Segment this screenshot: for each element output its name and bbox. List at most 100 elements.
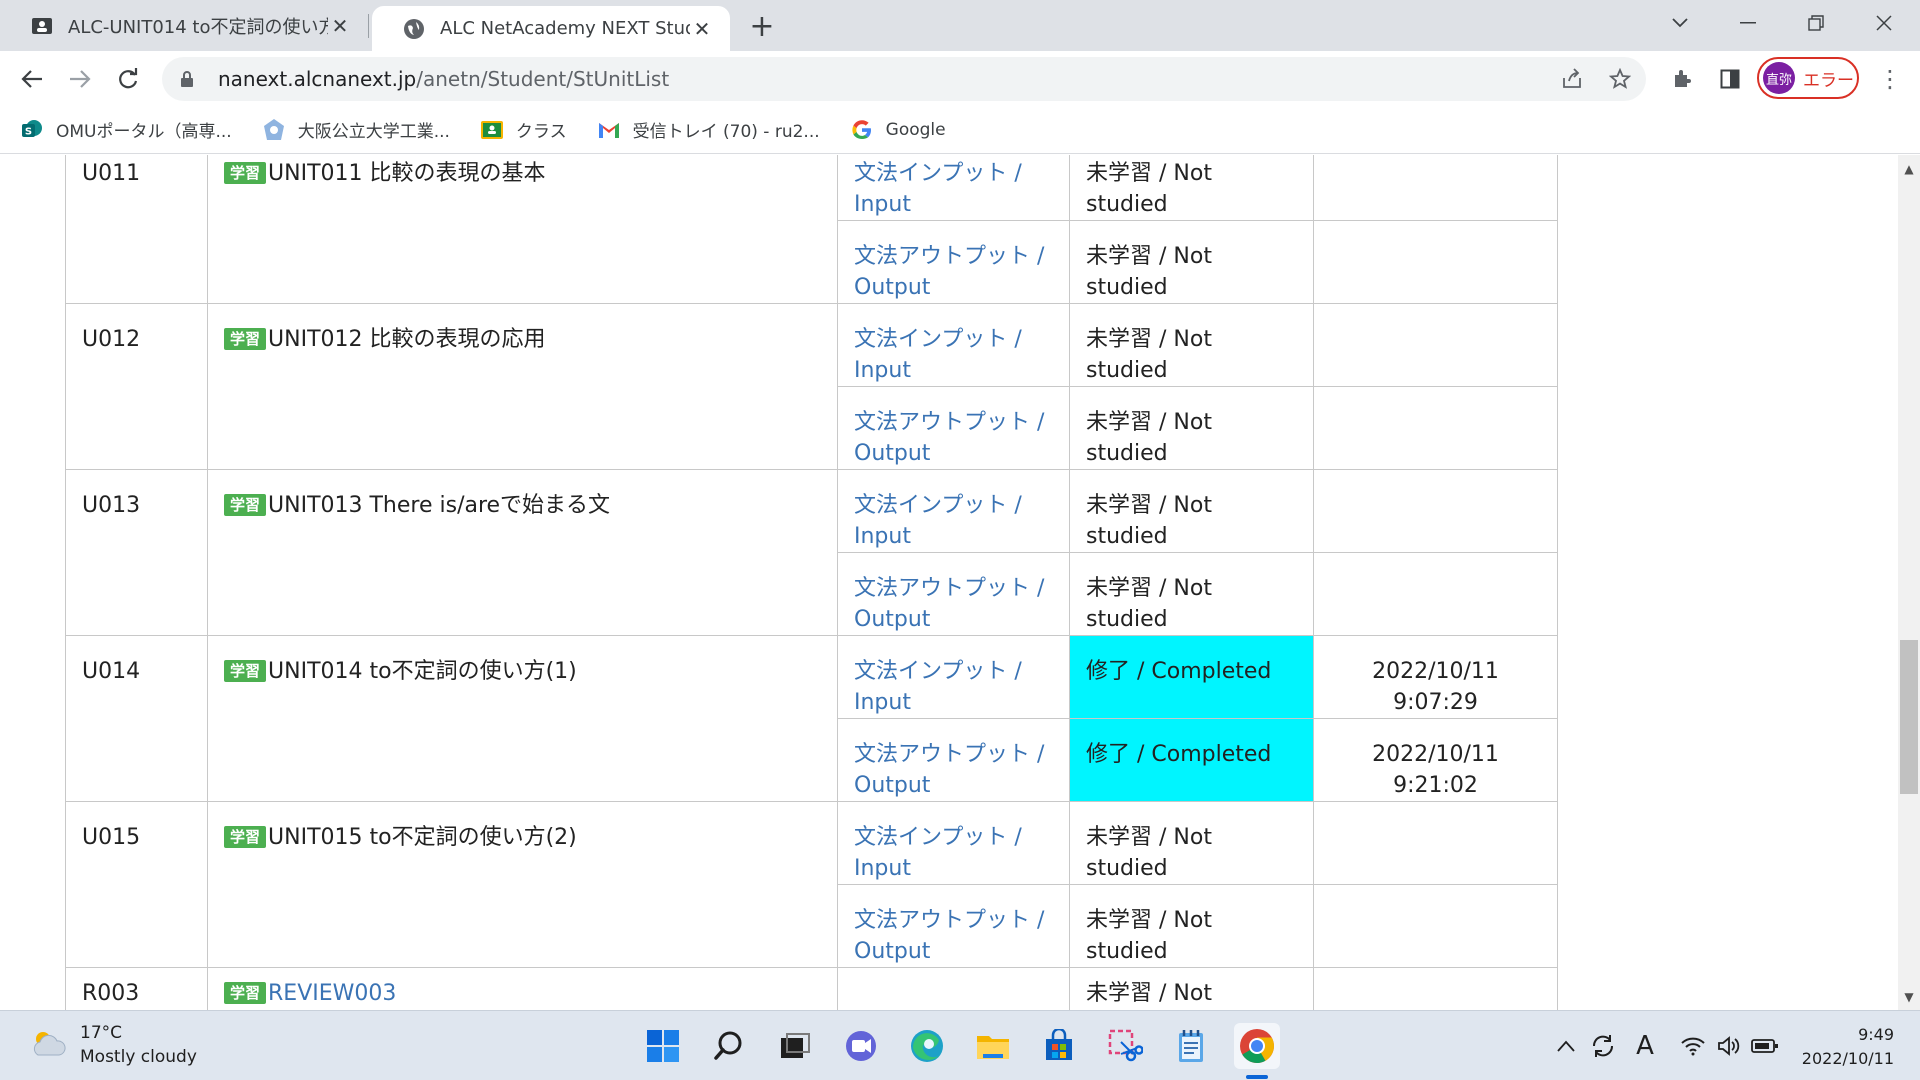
microsoft-store-icon[interactable] bbox=[1036, 1023, 1082, 1069]
profile-status: エラー bbox=[1803, 70, 1854, 91]
avatar: 直弥 bbox=[1763, 62, 1795, 94]
study-mode-link bbox=[837, 967, 1070, 1010]
completion-date: 2022/10/11 bbox=[1372, 742, 1499, 767]
study-mode-link[interactable]: 文法インプット / Input bbox=[837, 303, 1070, 387]
reload-icon[interactable] bbox=[108, 59, 148, 99]
study-status: 未学習 / Not studied bbox=[1069, 552, 1314, 636]
completion-datetime bbox=[1313, 801, 1558, 885]
tab-alc-unit014[interactable]: ALC-UNIT014 to不定詞の使い方(1 ✕ bbox=[0, 0, 368, 51]
study-mode-link[interactable]: 文法インプット / Input bbox=[837, 155, 1070, 221]
unit-code: U015 bbox=[65, 801, 208, 968]
lock-icon[interactable] bbox=[180, 70, 202, 88]
browser-toolbar: nanext.alcnanext.jp/anetn/Student/StUnit… bbox=[0, 51, 1920, 106]
classroom-icon bbox=[30, 14, 54, 38]
windows-taskbar: 17°C Mostly cloudy A 9:49 2022/10/11 bbox=[0, 1010, 1920, 1080]
unit-code: U012 bbox=[65, 303, 208, 470]
close-window-icon[interactable] bbox=[1856, 0, 1912, 45]
completion-time: 9:07:29 bbox=[1393, 690, 1478, 715]
side-panel-icon[interactable] bbox=[1710, 59, 1750, 99]
globe-icon bbox=[402, 17, 426, 41]
study-mode-link[interactable]: 文法インプット / Input bbox=[837, 469, 1070, 553]
edge-icon[interactable] bbox=[904, 1023, 950, 1069]
study-mode-link[interactable]: 文法アウトプット / Output bbox=[837, 386, 1070, 470]
file-explorer-icon[interactable] bbox=[970, 1023, 1016, 1069]
bookmark-osaka-univ[interactable]: 大阪公立大学工業... bbox=[262, 117, 450, 142]
task-view-icon[interactable] bbox=[772, 1023, 818, 1069]
unit-row: U014 学習 UNIT014 to不定詞の使い方(1) 文法インプット / Inpu… bbox=[65, 635, 1558, 802]
bookmark-classroom[interactable]: クラス bbox=[480, 117, 567, 142]
bookmark-omu-portal[interactable]: S OMUポータル（高専... bbox=[20, 117, 232, 142]
study-status: 未学習 / Not studied bbox=[1069, 469, 1314, 553]
close-tab-icon[interactable]: ✕ bbox=[690, 17, 714, 41]
ime-indicator[interactable]: A bbox=[1630, 1031, 1660, 1061]
bookmark-label: 大阪公立大学工業... bbox=[297, 122, 450, 142]
bookmark-star-icon[interactable] bbox=[1600, 59, 1640, 99]
address-bar[interactable]: nanext.alcnanext.jp/anetn/Student/StUnit… bbox=[162, 57, 1646, 101]
chevron-up-icon[interactable] bbox=[1552, 1031, 1580, 1061]
back-icon[interactable] bbox=[12, 59, 52, 99]
volume-icon[interactable] bbox=[1712, 1031, 1746, 1061]
scroll-up-icon[interactable]: ▲ bbox=[1898, 158, 1920, 180]
unit-list-table: U011 学習 UNIT011 比較の表現の基本 文法インプット / Input 未学習… bbox=[65, 155, 1558, 1010]
unit-row: U011 学習 UNIT011 比較の表現の基本 文法インプット / Input 未学習… bbox=[65, 155, 1558, 304]
study-status: 未学習 / Not studied bbox=[1069, 386, 1314, 470]
share-icon[interactable] bbox=[1552, 59, 1592, 99]
unit-title: UNIT015 to不定詞の使い方(2) bbox=[268, 825, 577, 850]
taskbar-clock[interactable]: 9:49 2022/10/11 bbox=[1790, 1023, 1894, 1071]
completion-datetime bbox=[1313, 220, 1558, 304]
study-mode-link[interactable]: 文法アウトプット / Output bbox=[837, 884, 1070, 968]
unit-title[interactable]: REVIEW003 bbox=[268, 981, 396, 1006]
tab-separator bbox=[368, 14, 369, 38]
new-tab-button[interactable]: + bbox=[744, 8, 780, 44]
tab-title: ALC NetAcademy NEXT Student bbox=[440, 18, 690, 39]
study-mode-link[interactable]: 文法インプット / Input bbox=[837, 635, 1070, 719]
profile-button[interactable]: 直弥 エラー bbox=[1757, 57, 1859, 99]
unit-row: U015 学習 UNIT015 to不定詞の使い方(2) 文法インプット / Inpu… bbox=[65, 801, 1558, 968]
completion-datetime bbox=[1313, 303, 1558, 387]
notepad-icon[interactable] bbox=[1168, 1023, 1214, 1069]
url-host: nanext.alcnanext.jp bbox=[218, 67, 417, 91]
gmail-icon bbox=[597, 118, 621, 142]
restore-icon[interactable] bbox=[1788, 0, 1844, 45]
unit-code: U013 bbox=[65, 469, 208, 636]
study-status: 修了 / Completed bbox=[1069, 635, 1314, 719]
school-emblem-icon bbox=[262, 118, 286, 142]
close-tab-icon[interactable]: ✕ bbox=[328, 14, 352, 38]
unit-row: U013 学習 UNIT013 There is/areで始まる文 文法インプット /… bbox=[65, 469, 1558, 636]
page-scrollbar[interactable] bbox=[1898, 155, 1920, 1010]
search-icon[interactable] bbox=[706, 1023, 752, 1069]
wifi-icon[interactable] bbox=[1676, 1031, 1710, 1061]
bookmark-gmail[interactable]: 受信トレイ (70) - ru2... bbox=[597, 117, 820, 142]
tab-search-icon[interactable] bbox=[1652, 0, 1708, 45]
completion-datetime bbox=[1313, 967, 1558, 1010]
study-mode-link[interactable]: 文法インプット / Input bbox=[837, 801, 1070, 885]
unit-title-cell: 学習 UNIT014 to不定詞の使い方(1) bbox=[207, 635, 838, 802]
bookmarks-bar: S OMUポータル（高専... 大阪公立大学工業... クラス 受信トレイ (7… bbox=[0, 106, 1920, 154]
scrollbar-thumb[interactable] bbox=[1900, 640, 1918, 794]
windows-start-icon[interactable] bbox=[640, 1023, 686, 1069]
chrome-icon[interactable] bbox=[1234, 1023, 1280, 1069]
sync-icon[interactable] bbox=[1586, 1031, 1620, 1061]
tab-strip: ALC-UNIT014 to不定詞の使い方(1 ✕ ALC NetAcademy… bbox=[0, 0, 1920, 51]
study-mode-link[interactable]: 文法アウトプット / Output bbox=[837, 552, 1070, 636]
unit-row: U012 学習 UNIT012 比較の表現の応用 文法インプット / Input 未学習… bbox=[65, 303, 1558, 470]
unit-title: UNIT011 比較の表現の基本 bbox=[268, 161, 546, 186]
battery-icon[interactable] bbox=[1748, 1031, 1782, 1061]
extensions-icon[interactable] bbox=[1662, 59, 1702, 99]
minimize-icon[interactable] bbox=[1720, 0, 1776, 45]
bookmark-google[interactable]: Google bbox=[850, 118, 946, 142]
chat-icon[interactable] bbox=[838, 1023, 884, 1069]
weather-description: Mostly cloudy bbox=[80, 1047, 197, 1067]
tab-alc-netacademy[interactable]: ALC NetAcademy NEXT Student ✕ bbox=[372, 6, 730, 51]
study-mode-link[interactable]: 文法アウトプット / Output bbox=[837, 220, 1070, 304]
study-mode-link[interactable]: 文法アウトプット / Output bbox=[837, 718, 1070, 802]
weather-widget[interactable]: 17°C Mostly cloudy bbox=[28, 1021, 197, 1069]
scroll-down-icon[interactable]: ▼ bbox=[1898, 986, 1920, 1008]
forward-icon[interactable] bbox=[60, 59, 100, 99]
snipping-tool-icon[interactable] bbox=[1102, 1023, 1148, 1069]
unit-title-cell: 学習 UNIT011 比較の表現の基本 bbox=[207, 155, 838, 304]
bookmark-label: Google bbox=[885, 119, 946, 140]
chrome-menu-icon[interactable]: ⋮ bbox=[1870, 59, 1910, 99]
bookmark-label: OMUポータル（高専... bbox=[56, 122, 232, 142]
completion-datetime bbox=[1313, 884, 1558, 968]
